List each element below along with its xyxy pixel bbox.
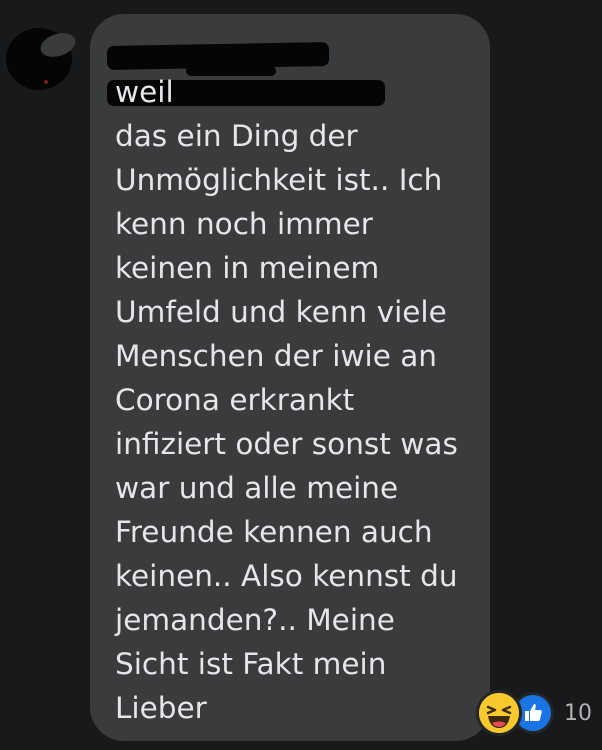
avatar-detail bbox=[44, 80, 48, 84]
haha-icon bbox=[476, 690, 522, 736]
comment-text: weil das ein Ding der Unmöglichkeit ist.… bbox=[115, 75, 458, 725]
avatar[interactable] bbox=[6, 28, 72, 90]
comment-bubble: weil das ein Ding der Unmöglichkeit ist.… bbox=[90, 14, 490, 741]
reactions-summary[interactable]: 10 bbox=[476, 690, 592, 736]
reaction-count: 10 bbox=[564, 700, 592, 726]
